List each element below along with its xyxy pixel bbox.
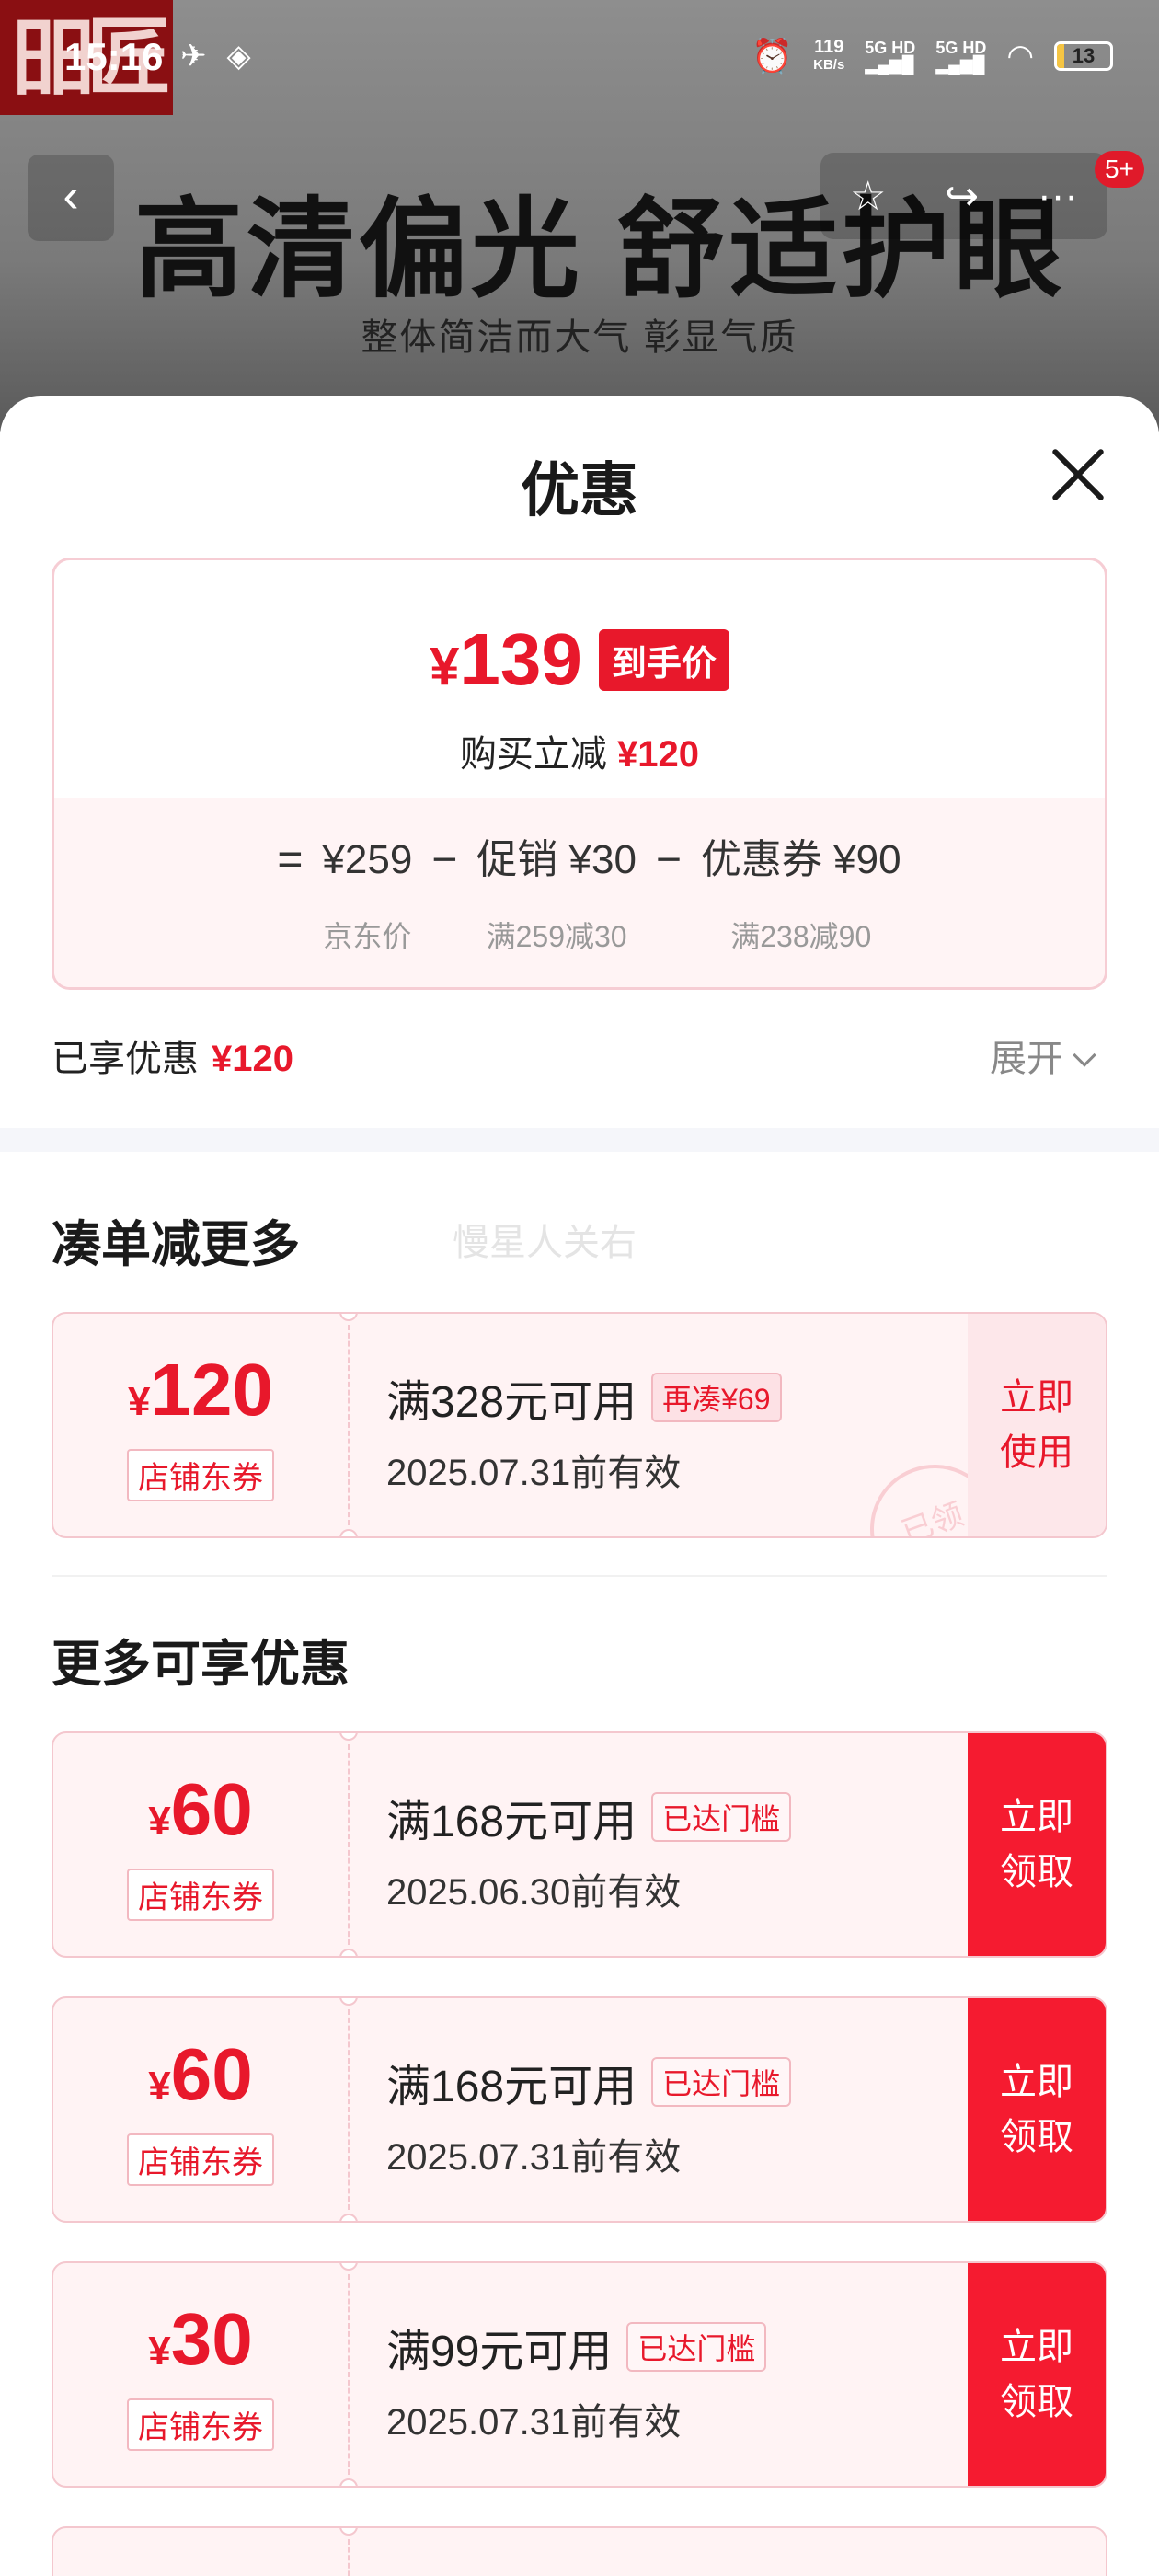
coupon-amount: ¥120	[128, 1349, 273, 1431]
coupon-card: ¥120 店铺东券 满328元可用 再凑¥69 2025.07.31前有效 已领…	[52, 1312, 1107, 1538]
expand-button[interactable]: 展开	[990, 1029, 1096, 1082]
more-icon[interactable]: ···	[1038, 173, 1078, 219]
sheet-title: 优惠	[521, 457, 638, 523]
clock: 15:16	[64, 35, 164, 78]
coupon-badge: 已达门槛	[651, 1792, 792, 1842]
system-indicators: ⏰ 119 KB/s 5G HD ▂▄▆█ 5G HD ▂▄▆█ ◠ 13	[752, 37, 1113, 75]
final-price: ¥139	[430, 618, 582, 700]
claim-button[interactable]: 立即 领取	[968, 1733, 1106, 1956]
coupon-condition: 满99元可用	[386, 2328, 613, 2376]
coupon-expiry: 2025.07.31前有效	[386, 1453, 682, 1493]
coupon-type: 店铺东券	[127, 1869, 274, 1921]
coupon-badge: 已达门槛	[651, 2057, 792, 2107]
watermark: 慢星人关右	[453, 1223, 637, 1263]
close-icon[interactable]	[1049, 445, 1107, 504]
net-speed: 119 KB/s	[813, 37, 845, 73]
divider	[52, 1575, 1107, 1577]
claim-button[interactable]: 立即 领取	[968, 2263, 1106, 2486]
coupon-amount: ¥60	[148, 1768, 253, 1850]
coupon-amount: ¥60	[148, 2033, 253, 2115]
star-icon[interactable]: ☆	[850, 173, 886, 220]
status-bar: 15:16 ✈ ◈ ⏰ 119 KB/s 5G HD ▂▄▆█ 5G HD ▂▄▆█…	[0, 0, 1159, 120]
product-page-background: 昍匠 15:16 ✈ ◈ ⏰ 119 KB/s 5G HD ▂▄▆█ 5G HD ▂…	[0, 0, 1159, 432]
use-now-button[interactable]: 立即 使用	[968, 1314, 1106, 1536]
app-notification-icon: ✈	[180, 39, 207, 74]
coupon-condition: 满328元可用	[386, 1378, 637, 1427]
coupon-amount: ¥30	[148, 2298, 253, 2380]
claim-button[interactable]: 立即 领取	[968, 1998, 1106, 2221]
section-divider	[0, 1128, 1159, 1152]
coupon-card-partial	[52, 2526, 1107, 2576]
coupon-type: 店铺东券	[127, 1449, 274, 1501]
share-icon[interactable]: ↪	[945, 173, 979, 220]
price-card: ¥139 到手价 购买立减 ¥120 = ¥259 京东价 − 促销 ¥30 满…	[52, 558, 1107, 990]
breakdown-item: 优惠券 ¥90 满238减90	[700, 837, 901, 953]
chevron-down-icon	[1073, 1043, 1096, 1067]
back-button[interactable]: ‹	[28, 155, 114, 241]
coupon-condition: 满168元可用	[386, 2063, 637, 2111]
breakdown-item: ¥259 京东价	[322, 837, 413, 953]
coupon-card: ¥30 店铺东券 满99元可用 已达门槛 2025.07.31前有效 立即 领取	[52, 2261, 1107, 2488]
app-notification-icon: ◈	[226, 39, 251, 74]
coupon-card: ¥60 店铺东券 满168元可用 已达门槛 2025.06.30前有效 立即 领…	[52, 1731, 1107, 1958]
breakdown-item: 促销 ¥30 满259减30	[476, 837, 637, 953]
coupon-condition: 满168元可用	[386, 1798, 637, 1846]
coupon-expiry: 2025.06.30前有效	[386, 1872, 682, 1913]
section-title-more: 凑单减更多	[52, 1217, 300, 1272]
notification-icons: ✈ ◈	[180, 40, 251, 72]
alarm-icon: ⏰	[752, 37, 794, 75]
coupon-type: 店铺东券	[127, 2398, 274, 2451]
chevron-left-icon: ‹	[63, 169, 79, 223]
message-badge: 5+	[1095, 151, 1144, 188]
signal-icon: 5G HD ▂▄▆█	[935, 39, 987, 74]
signal-icon: 5G HD ▂▄▆█	[865, 39, 916, 74]
battery-icon: 13	[1054, 41, 1113, 71]
coupon-badge: 已达门槛	[626, 2322, 767, 2372]
final-price-tag: 到手价	[598, 628, 729, 691]
banner-subtitle: 整体简洁而大气 彰显气质	[361, 317, 798, 358]
coupon-badge: 再凑¥69	[651, 1373, 782, 1422]
coupon-expiry: 2025.07.31前有效	[386, 2402, 682, 2443]
coupon-expiry: 2025.07.31前有效	[386, 2137, 682, 2178]
coupon-type: 店铺东券	[127, 2133, 274, 2186]
top-action-bar: ☆ ↪ ···	[820, 153, 1107, 239]
discount-sheet: 优惠 ¥139 到手价 购买立减 ¥120 = ¥259 京东价 − 促销 ¥3…	[0, 396, 1159, 2576]
wifi-icon: ◠	[1006, 39, 1034, 74]
price-breakdown: = ¥259 京东价 − 促销 ¥30 满259减30 − 优惠券 ¥90 满2…	[54, 833, 1105, 956]
enjoyed-discount: 已享优惠 ¥120	[52, 1039, 293, 1079]
coupon-card: ¥60 店铺东券 满168元可用 已达门槛 2025.07.31前有效 立即 领…	[52, 1996, 1107, 2223]
instant-reduction: 购买立减 ¥120	[459, 734, 700, 775]
section-title-available: 更多可享优惠	[52, 1637, 350, 1692]
